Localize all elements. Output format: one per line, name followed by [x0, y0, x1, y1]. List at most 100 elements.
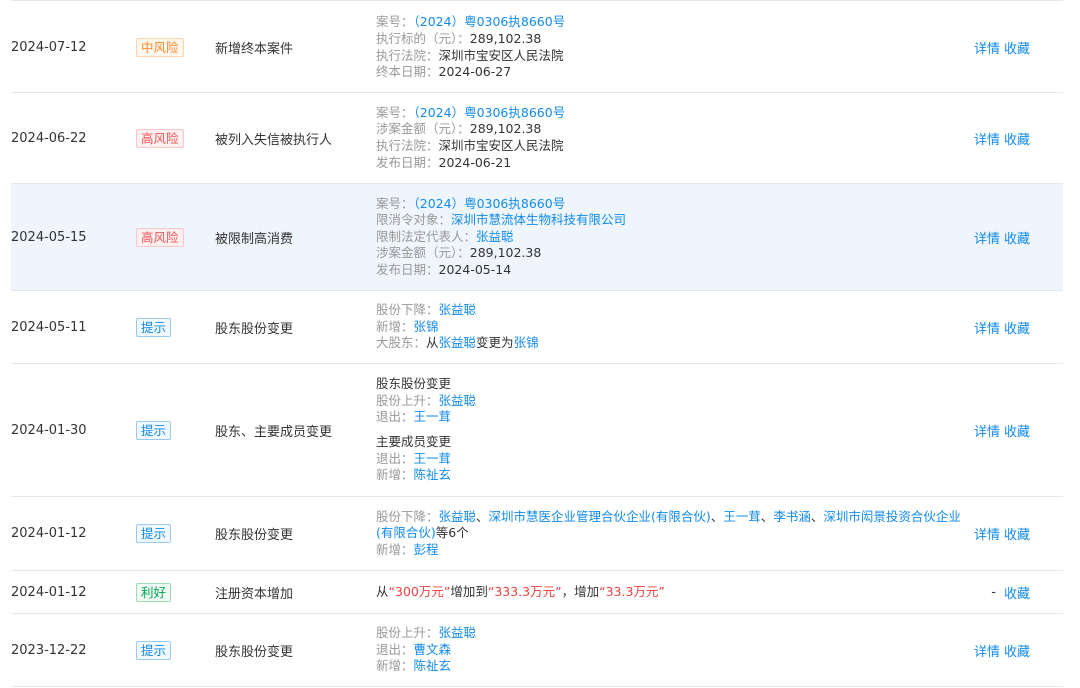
content-line: 新增：陈祉玄 [376, 467, 451, 484]
event-content: 股份下降：张益聪、深圳市慧医企业管理合伙企业(有限合伙)、王一茸、李书涵、深圳市… [376, 497, 966, 570]
content-line: 股东股份变更 [376, 376, 451, 393]
event-type-text: 注册资本增加 [215, 586, 294, 602]
entity-link[interactable]: 李书涵 [773, 509, 811, 524]
entity-link[interactable]: 张益聪 [439, 302, 477, 317]
event-type-text: 股东、主要成员变更 [215, 424, 333, 440]
entity-link[interactable]: 曹文森 [414, 642, 452, 657]
favorite-link[interactable]: 收藏 [1004, 228, 1030, 247]
risk-level-badge: 利好 [136, 582, 172, 602]
table-row: 2024-06-22 高风险 被列入失信被执行人 案号：（2024）粤0306执866… [11, 93, 1063, 184]
event-content: 案号：（2024）粤0306执8660号 涉案金额（元）：289,102.38 执行… [376, 93, 966, 183]
field-label: 退出： [376, 641, 414, 657]
risk-level-badge: 提示 [136, 640, 172, 660]
field-value: 深圳市宝安区人民法院 [438, 47, 564, 63]
field-label: 新增： [376, 318, 414, 334]
event-content: 案号：（2024）粤0306执8660号 限消令对象：深圳市慧流体生物科技有限公司… [376, 184, 966, 290]
entity-link[interactable]: 王一茸 [414, 451, 452, 466]
content-line: 终本日期：2024-06-27 [376, 64, 511, 81]
entity-link[interactable]: 张益聪 [476, 229, 514, 244]
content-line: 发布日期：2024-05-14 [376, 262, 511, 279]
event-type-text: 新增终本案件 [215, 42, 294, 57]
entity-link[interactable]: 张锦 [514, 335, 539, 350]
entity-link[interactable]: 陈祉玄 [414, 467, 452, 482]
event-content: 从“300万元”增加到“333.3万元”，增加“33.3万元” [376, 571, 966, 613]
favorite-link[interactable]: 收藏 [1004, 641, 1030, 660]
field-value: “33.3万元” [599, 583, 665, 599]
entity-link[interactable]: 王一茸 [414, 409, 452, 424]
field-value: 主要成员变更 [376, 434, 452, 449]
entity-link[interactable]: （2024）粤0306执8660号 [414, 14, 566, 29]
field-value: 从 [376, 583, 389, 599]
event-type-text: 股东股份变更 [215, 528, 294, 543]
content-line: 主要成员变更 [376, 434, 451, 451]
favorite-link[interactable]: 收藏 [1004, 524, 1030, 543]
entity-link[interactable]: 张益聪 [439, 393, 477, 408]
event-content: 股东股份变更 股份上升：张益聪 退出：王一茸 主要成员变更 退出：王一茸 新增：陈祉玄 [376, 364, 966, 496]
table-row: 2024-07-12 中风险 新增终本案件 案号：（2024）粤0306执8660号执… [11, 3, 1063, 93]
favorite-link[interactable]: 收藏 [1004, 129, 1030, 148]
favorite-link[interactable]: 收藏 [1004, 583, 1030, 602]
risk-tag-cell: 提示 [136, 291, 206, 363]
detail-link[interactable]: 详情 [974, 228, 1000, 247]
content-line: 新增：陈祉玄 [376, 658, 451, 675]
field-value: 、 [760, 508, 774, 524]
event-type: 被列入失信被执行人 [215, 93, 375, 183]
event-date: 2024-01-30 [11, 364, 121, 496]
field-value: 增加到 [450, 583, 488, 599]
content-line: 涉案金额（元）：289,102.38 [376, 245, 541, 262]
field-label: 发布日期： [376, 154, 439, 170]
field-value: 变更为 [476, 335, 514, 351]
table-row: 2024-05-15 高风险 被限制高消费 案号：（2024）粤0306执8660号限… [11, 184, 1063, 291]
entity-link[interactable]: 张益聪 [439, 335, 477, 350]
favorite-link[interactable]: 收藏 [1004, 318, 1030, 337]
event-date: 2023-12-22 [11, 614, 121, 686]
entity-link[interactable]: 陈祉玄 [414, 658, 452, 673]
field-value: “333.3万元” [487, 583, 562, 599]
favorite-link[interactable]: 收藏 [1004, 421, 1030, 440]
field-label: 股份上升： [376, 625, 439, 641]
entity-link[interactable]: 张益聪 [439, 509, 477, 524]
content-line: 从“300万元”增加到“333.3万元”，增加“33.3万元” [376, 584, 665, 601]
entity-link[interactable]: 深圳市慧流体生物科技有限公司 [451, 212, 626, 227]
detail-link[interactable]: 详情 [974, 318, 1000, 337]
event-type: 股东股份变更 [215, 614, 375, 686]
entity-link[interactable]: 彭程 [414, 542, 439, 557]
risk-level-badge: 中风险 [136, 38, 184, 57]
field-label: 执行标的（元）： [376, 30, 470, 46]
row-actions: 详情 收藏 [930, 497, 1030, 570]
content-line: 新增：彭程 [376, 542, 439, 559]
field-label: 限消令对象： [376, 212, 452, 228]
entity-link[interactable]: 张益聪 [439, 625, 477, 640]
event-date-text: 2023-12-22 [11, 642, 87, 658]
field-label: 股份下降： [376, 302, 439, 318]
detail-link[interactable]: 详情 [974, 641, 1000, 660]
detail-link[interactable]: 详情 [974, 421, 1000, 440]
entity-link[interactable]: 张锦 [414, 319, 439, 334]
event-type: 注册资本增加 [215, 571, 375, 613]
entity-link[interactable]: 深圳市慧医企业管理合伙企业(有限合伙) [489, 509, 711, 524]
risk-tag-cell: 提示 [136, 364, 206, 496]
field-label: 发布日期： [376, 261, 439, 277]
entity-link[interactable]: （2024）粤0306执8660号 [414, 196, 566, 211]
row-actions: 详情 收藏 [930, 93, 1030, 183]
entity-link[interactable]: （2024）粤0306执8660号 [414, 105, 566, 120]
entity-link[interactable]: 王一茸 [723, 509, 761, 524]
detail-link[interactable]: 详情 [974, 524, 1000, 543]
event-date: 2024-01-12 [11, 571, 121, 613]
event-type: 股东、主要成员变更 [215, 364, 375, 496]
content-line: 案号：（2024）粤0306执8660号 [376, 14, 565, 31]
event-type-text: 股东股份变更 [215, 321, 294, 337]
field-label: 执行法院： [376, 138, 439, 153]
field-value: “300万元” [388, 583, 451, 599]
field-label: 大股东： [376, 335, 427, 351]
detail-link[interactable]: 详情 [974, 38, 1000, 57]
field-label: 案号： [376, 195, 414, 211]
content-line: 发布日期：2024-06-21 [376, 155, 511, 172]
event-type-text: 股东股份变更 [215, 644, 294, 660]
table-row: 2024-01-12 利好 注册资本增加 从“300万元”增加到“333.3万元”，增… [11, 571, 1063, 614]
event-date-text: 2024-07-12 [11, 40, 87, 55]
row-actions: 详情 收藏 [930, 291, 1030, 363]
favorite-link[interactable]: 收藏 [1004, 38, 1030, 57]
risk-tag-cell: 高风险 [136, 93, 206, 183]
detail-link[interactable]: 详情 [974, 129, 1000, 148]
